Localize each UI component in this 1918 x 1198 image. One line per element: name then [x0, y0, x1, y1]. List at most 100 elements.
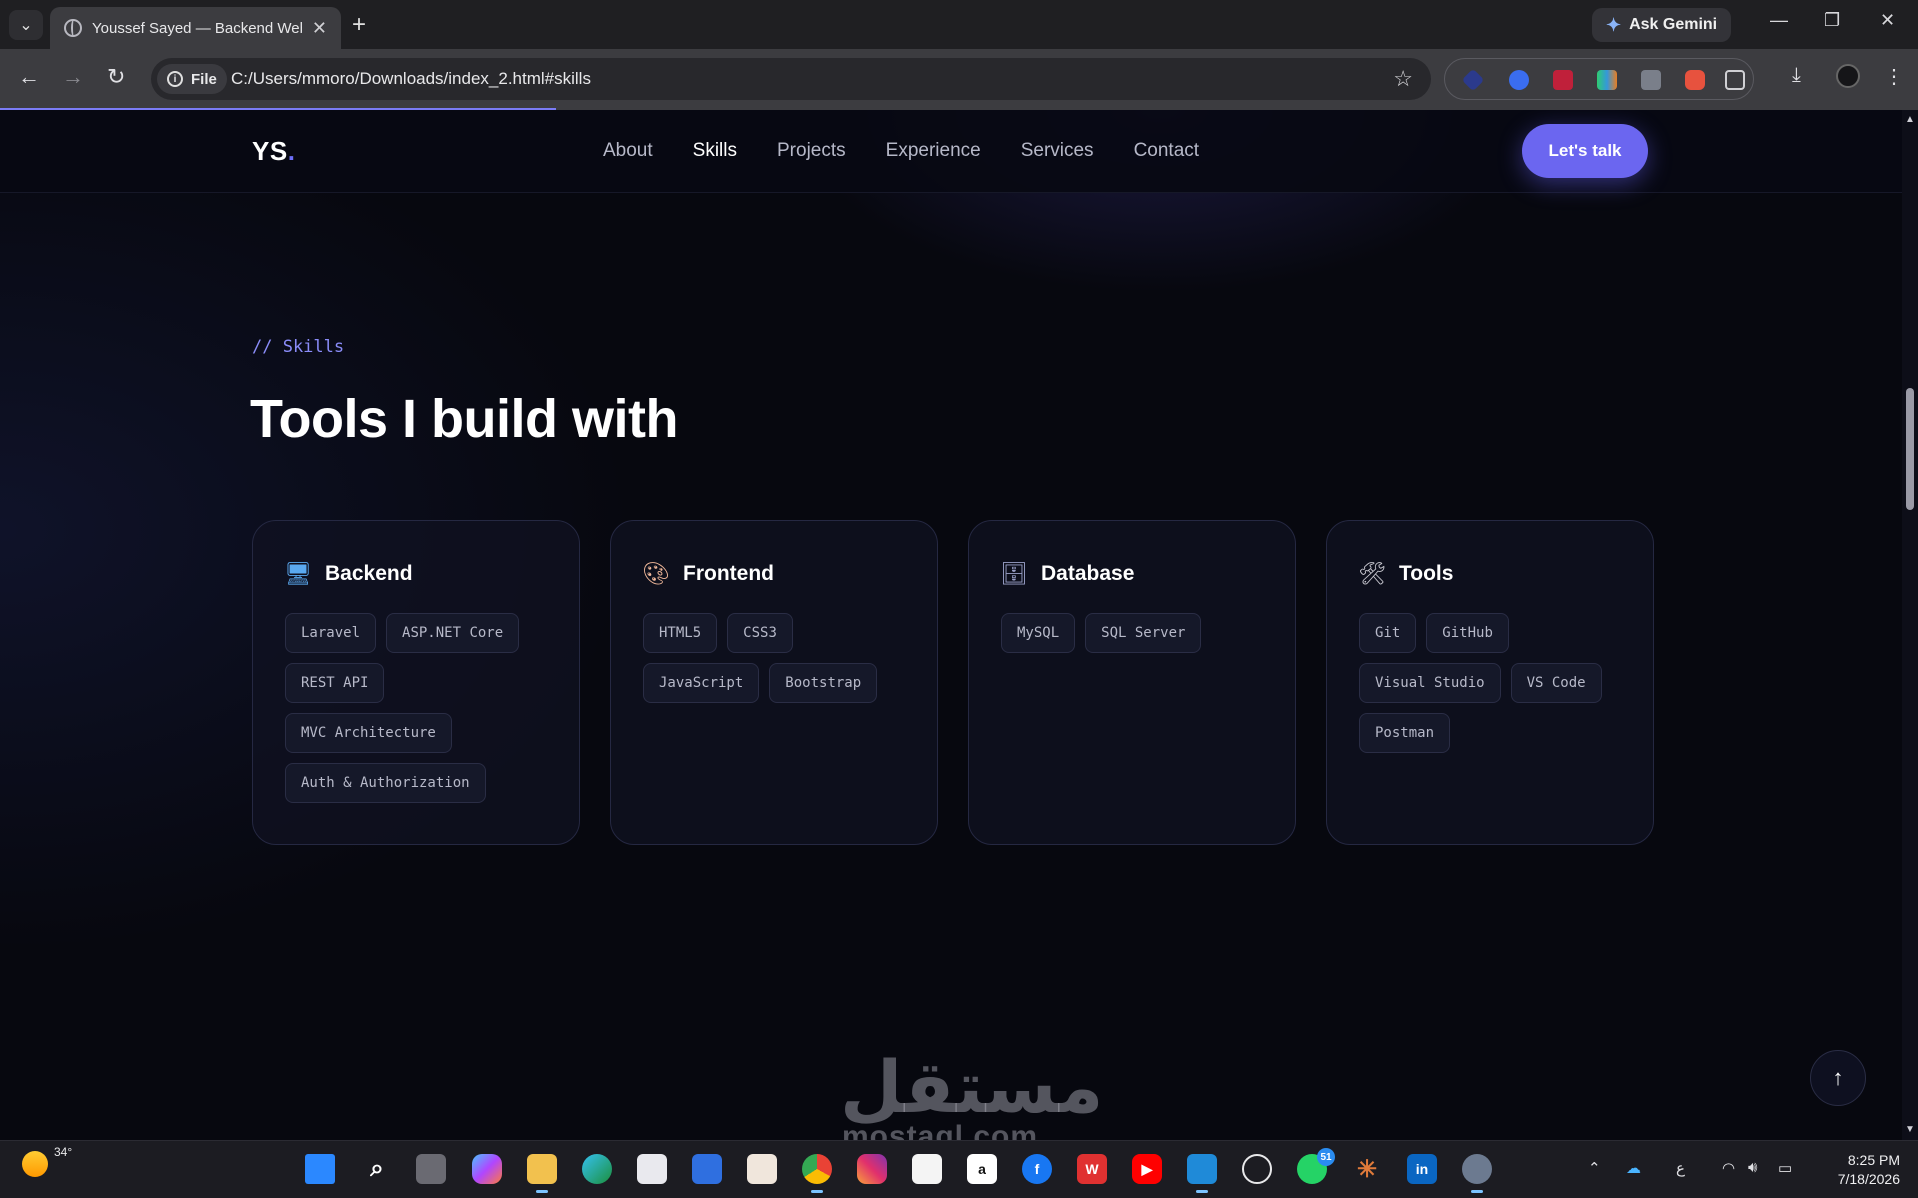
bookmark-star-icon[interactable]: ☆: [1393, 66, 1413, 92]
file-cabinet-icon: 🗄︎: [1000, 561, 1028, 586]
skill-card-title: Tools: [1399, 562, 1454, 585]
skill-card-header: 🖥︎ Backend: [284, 561, 549, 587]
skill-chip-list: Laravel ASP.NET Core REST API MVC Architect…: [285, 613, 549, 803]
search-icon[interactable]: ⌕: [362, 1154, 392, 1184]
facebook-icon[interactable]: f: [1022, 1154, 1052, 1184]
page-viewport: YS. About Skills Projects Experience Service…: [0, 110, 1902, 1140]
chrome-icon[interactable]: [802, 1154, 832, 1193]
site-logo[interactable]: YS.: [252, 136, 295, 167]
section-heading: Tools I build with: [250, 389, 678, 449]
youtube-icon[interactable]: ▶: [1132, 1154, 1162, 1184]
app-blue-icon[interactable]: [692, 1154, 722, 1184]
extension-grey-icon[interactable]: [1641, 70, 1661, 90]
palette-icon: 🎨︎: [642, 561, 670, 586]
stocks-icon[interactable]: [912, 1154, 942, 1184]
whatsapp-badge: 51: [1317, 1148, 1335, 1166]
scroll-down-arrow-icon[interactable]: ▼: [1905, 1124, 1915, 1135]
chevron-down-icon: ⌄: [19, 17, 33, 34]
linkedin-icon[interactable]: in: [1407, 1154, 1437, 1184]
onedrive-cloud-icon[interactable]: ☁: [1626, 1159, 1641, 1177]
extensions-group: [1444, 58, 1754, 100]
extension-red-icon[interactable]: [1553, 70, 1573, 90]
skill-card-header: 🛠︎ Tools: [1358, 561, 1623, 587]
tab-title: Youssef Sayed — Backend Web: [92, 19, 302, 37]
battery-icon[interactable]: ▭: [1778, 1159, 1792, 1177]
settings-gear-icon[interactable]: [1462, 1154, 1492, 1193]
input-language[interactable]: ع: [1676, 1159, 1685, 1177]
minimize-icon[interactable]: —: [1770, 10, 1788, 31]
scroll-up-arrow-icon[interactable]: ▲: [1905, 114, 1915, 125]
chatgpt-icon[interactable]: [1242, 1154, 1272, 1184]
gemini-spark-icon: ✦: [1606, 14, 1622, 35]
section-eyebrow: // Skills: [252, 337, 345, 357]
extensions-puzzle-icon[interactable]: [1725, 70, 1745, 90]
skill-chip: Git: [1359, 613, 1417, 653]
nav-link-skills[interactable]: Skills: [693, 140, 737, 162]
start-windows-icon[interactable]: [305, 1154, 335, 1184]
edge-icon[interactable]: [582, 1154, 612, 1184]
skill-card-database: 🗄︎ Database MySQL SQL Server: [968, 520, 1296, 845]
menu-kebab-icon[interactable]: ⋮: [1884, 64, 1904, 89]
profile-avatar[interactable]: [1836, 64, 1860, 88]
skill-chip: HTML5: [643, 613, 718, 653]
claude-icon[interactable]: ✳: [1352, 1154, 1382, 1184]
browser-toolbar: ← → ↻ i File C:/Users/mmoro/Downloads/in…: [0, 49, 1918, 110]
wifi-icon[interactable]: ◠: [1722, 1159, 1735, 1177]
nav-link-services[interactable]: Services: [1021, 140, 1094, 162]
forward-arrow-icon[interactable]: →: [62, 64, 84, 90]
weather-temp: 34°: [54, 1145, 73, 1159]
skill-chip: Laravel: [285, 613, 377, 653]
browser-tab-bar: ⌄ Youssef Sayed — Backend Web ✕ + ✦ Ask …: [0, 0, 1918, 49]
vscode-icon[interactable]: [1187, 1154, 1217, 1193]
skill-chip: REST API: [285, 663, 385, 703]
nav-link-contact[interactable]: Contact: [1134, 140, 1199, 162]
windows-taskbar: 34° ⌕ a f W ▶ 51 ✳ in ⌃ ☁ ع ◠ 🔊︎ ▭ 8:25 …: [0, 1140, 1918, 1198]
nav-link-about[interactable]: About: [603, 140, 653, 162]
logo-text: YS: [252, 136, 288, 166]
extension-help-icon[interactable]: [1509, 70, 1529, 90]
download-icon[interactable]: ⤓: [1792, 64, 1801, 87]
skill-card-title: Frontend: [683, 562, 774, 585]
restore-icon[interactable]: ❐: [1824, 10, 1840, 31]
wps-icon[interactable]: W: [1077, 1154, 1107, 1184]
active-tab[interactable]: Youssef Sayed — Backend Web ✕: [50, 7, 341, 49]
skill-chip: CSS3: [727, 613, 793, 653]
nav-link-projects[interactable]: Projects: [777, 140, 846, 162]
weather-widget[interactable]: 34°: [22, 1145, 72, 1177]
close-icon[interactable]: ✕: [312, 18, 327, 39]
computer-icon: 🖥︎: [284, 561, 312, 586]
nav-link-experience[interactable]: Experience: [886, 140, 981, 162]
globe-icon: [64, 19, 82, 37]
url-text[interactable]: C:/Users/mmoro/Downloads/index_2.html#sk…: [231, 69, 591, 89]
file-explorer-icon[interactable]: [527, 1154, 557, 1193]
skill-card-backend: 🖥︎ Backend Laravel ASP.NET Core REST API MVC …: [252, 520, 580, 845]
site-info-chip[interactable]: i File: [157, 64, 227, 94]
tab-search-button[interactable]: ⌄: [9, 10, 43, 40]
watermark-logo: مستقل: [840, 1045, 1104, 1129]
skill-chip: ASP.NET Core: [386, 613, 520, 653]
scroll-thumb[interactable]: [1906, 388, 1914, 510]
new-tab-button[interactable]: +: [352, 11, 366, 39]
back-to-top-button[interactable]: ↑: [1810, 1050, 1866, 1106]
reload-icon[interactable]: ↻: [107, 64, 125, 90]
system-clock[interactable]: 8:25 PM 7/18/2026: [1820, 1151, 1900, 1189]
amazon-icon[interactable]: a: [967, 1154, 997, 1184]
address-bar[interactable]: i File C:/Users/mmoro/Downloads/index_2.…: [151, 58, 1431, 100]
info-icon: i: [167, 71, 183, 87]
tray-chevron-icon[interactable]: ⌃: [1588, 1159, 1601, 1177]
extension-popcorn-icon[interactable]: [1685, 70, 1705, 90]
store-icon[interactable]: [637, 1154, 667, 1184]
task-view-icon[interactable]: [416, 1154, 446, 1184]
ask-gemini-button[interactable]: ✦ Ask Gemini: [1592, 8, 1732, 42]
lets-talk-button[interactable]: Let's talk: [1522, 124, 1648, 178]
instagram-icon[interactable]: [857, 1154, 887, 1184]
back-arrow-icon[interactable]: ←: [18, 64, 40, 90]
whatsapp-icon[interactable]: 51: [1297, 1148, 1335, 1184]
window-close-icon[interactable]: ✕: [1880, 10, 1895, 31]
copilot-icon[interactable]: [472, 1154, 502, 1184]
app-figure-icon[interactable]: [747, 1154, 777, 1184]
volume-icon[interactable]: 🔊︎: [1748, 1159, 1757, 1176]
extension-chart-icon[interactable]: [1597, 70, 1617, 90]
page-scrollbar[interactable]: ▲ ▼: [1902, 110, 1918, 1140]
extension-diamond-icon[interactable]: [1461, 68, 1485, 92]
